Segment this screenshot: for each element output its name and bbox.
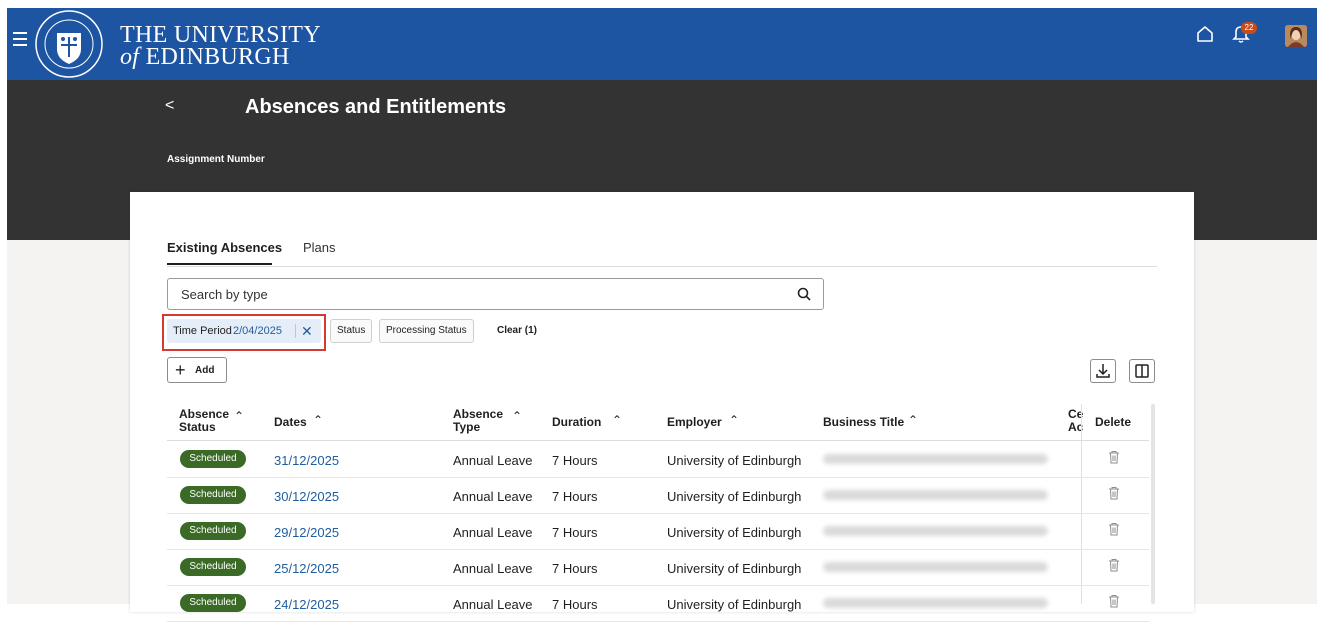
redacted-business-title [823,562,1048,572]
divider [295,324,296,338]
university-crest-logo [35,10,103,78]
university-wordmark: THE UNIVERSITY of EDINBURGH [120,23,321,70]
tab-existing-absences[interactable]: Existing Absences [167,240,282,255]
sort-icon[interactable]: ⌃ [234,410,244,423]
trash-icon[interactable] [1108,558,1120,572]
vertical-scrollbar[interactable] [1151,404,1155,604]
avatar[interactable] [1285,25,1307,47]
column-header-employer[interactable]: Employer [667,416,722,429]
column-header-business-title[interactable]: Business Title [823,416,904,429]
duration: 7 Hours [552,561,598,576]
sort-icon[interactable]: ⌃ [729,414,739,427]
add-button[interactable]: + Add [167,357,227,383]
employer: University of Edinburgh [667,525,802,540]
duration: 7 Hours [552,597,598,612]
page-title: Absences and Entitlements [245,96,507,118]
duration: 7 Hours [552,489,598,504]
redacted-business-title [823,454,1048,464]
page-background [1194,240,1317,604]
table-row: Scheduled 25/12/2025 Annual Leave 7 Hour… [167,549,1149,586]
plus-icon: + [175,360,186,380]
divider [167,266,1157,267]
employer: University of Edinburgh [667,453,802,468]
trash-icon[interactable] [1108,486,1120,500]
table-row: Scheduled 29/12/2025 Annual Leave 7 Hour… [167,513,1149,550]
status-badge: Scheduled [180,558,246,576]
column-header-delete: Delete [1095,415,1132,429]
time-period-label: Time Period [173,325,232,337]
top-bar: THE UNIVERSITY of EDINBURGH [7,8,1317,80]
search-input[interactable] [179,286,783,303]
date-link[interactable]: 30/12/2025 [274,489,339,504]
download-button[interactable] [1090,359,1116,383]
logo-of: of [120,44,140,70]
sort-icon[interactable]: ⌃ [512,410,522,423]
tab-plans[interactable]: Plans [303,240,336,255]
date-link[interactable]: 31/12/2025 [274,453,339,468]
status-badge: Scheduled [180,522,246,540]
absence-type: Annual Leave [453,525,533,540]
employer: University of Edinburgh [667,597,802,612]
active-tab-indicator [167,263,272,265]
absence-type: Annual Leave [453,597,533,612]
notification-badge: 22 [1241,22,1257,34]
redacted-business-title [823,598,1048,608]
hamburger-icon[interactable] [13,32,27,46]
date-link[interactable]: 24/12/2025 [274,597,339,612]
header-text: Status [179,420,216,434]
status-badge: Scheduled [180,450,246,468]
columns-button[interactable] [1129,359,1155,383]
time-period-filter-chip[interactable]: Time Period 2/04/2025 ✕ [167,319,321,343]
back-button[interactable]: < [165,97,174,115]
page-background [7,240,130,604]
download-icon [1096,364,1110,378]
sort-icon[interactable]: ⌃ [313,414,323,427]
column-header-dates[interactable]: Dates [274,416,307,429]
date-link[interactable]: 29/12/2025 [274,525,339,540]
redacted-business-title [823,490,1048,500]
absence-type: Annual Leave [453,489,533,504]
processing-status-filter-chip[interactable]: Processing Status [379,319,474,343]
header-clip [1068,404,1081,440]
header-text: Type [453,420,481,434]
sort-icon[interactable]: ⌃ [908,414,918,427]
duration: 7 Hours [552,453,598,468]
sort-icon[interactable]: ⌃ [612,414,622,427]
employer: University of Edinburgh [667,561,802,576]
clear-filters-button[interactable]: Clear (1) [497,325,537,336]
trash-icon[interactable] [1108,594,1120,608]
column-header-duration[interactable]: Duration [552,416,601,429]
status-badge: Scheduled [180,486,246,504]
column-header-absence-status[interactable]: Absence Status [179,408,229,434]
trash-icon[interactable] [1108,522,1120,536]
column-header-absence-type[interactable]: Absence Type [453,408,503,434]
columns-icon [1135,364,1149,378]
search-icon[interactable] [797,287,811,301]
home-icon[interactable] [1196,25,1214,43]
duration: 7 Hours [552,525,598,540]
date-link[interactable]: 25/12/2025 [274,561,339,576]
employer: University of Edinburgh [667,489,802,504]
redacted-business-title [823,526,1048,536]
trash-icon[interactable] [1108,450,1120,464]
assignment-number-label: Assignment Number [167,154,265,165]
add-button-label: Add [195,365,215,376]
close-icon[interactable]: ✕ [301,319,313,343]
table-row: Scheduled 31/12/2025 Annual Leave 7 Hour… [167,441,1149,478]
search-box [167,278,824,310]
table-row: Scheduled 30/12/2025 Annual Leave 7 Hour… [167,477,1149,514]
status-badge: Scheduled [180,594,246,612]
absence-type: Annual Leave [453,561,533,576]
status-filter-chip[interactable]: Status [330,319,373,343]
logo-line2: EDINBURGH [145,44,290,70]
absence-type: Annual Leave [453,453,533,468]
time-period-value: 2/04/2025 [233,325,282,337]
